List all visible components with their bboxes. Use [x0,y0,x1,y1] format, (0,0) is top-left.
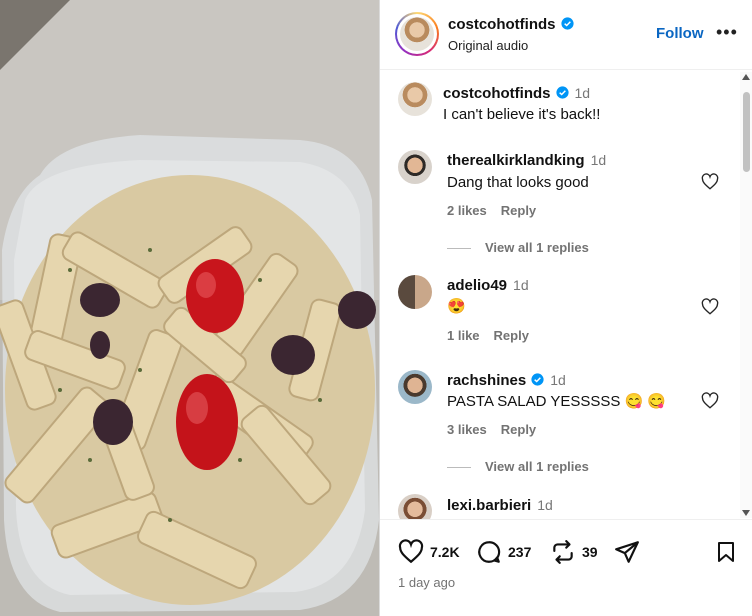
comment-username[interactable]: costcohotfinds 1d [443,85,590,102]
scroll-up-arrow-icon[interactable] [742,74,750,80]
reply-button[interactable]: Reply [501,203,536,218]
reply-button[interactable]: Reply [494,328,529,343]
repost-count: 39 [582,544,598,560]
comment-likes[interactable]: 3 likes [447,422,487,437]
post-header: costcohotfinds Original audio Follow ••• [380,0,752,70]
comment-time: 1d [590,152,607,168]
comment-meta: 2 likes Reply [447,203,550,218]
comment-avatar[interactable] [398,82,432,116]
author-avatar[interactable] [395,12,439,56]
verified-icon [531,373,544,386]
repost-icon [553,540,573,564]
pasta-salad-photo [0,0,379,616]
comment-text: PASTA SALAD YESSSSS 😋 😋 [447,393,667,410]
author-username[interactable]: costcohotfinds [448,16,574,33]
like-comment-heart-icon[interactable] [701,298,719,316]
comments-list: costcohotfinds 1d I can't believe it's ba… [380,72,740,520]
follow-button[interactable]: Follow [656,25,704,42]
comment-text: I can't believe it's back!! [443,106,601,123]
post-media[interactable] [0,0,379,616]
like-comment-heart-icon[interactable] [701,173,719,191]
share-button[interactable] [614,538,646,566]
comment-bubble-icon [478,541,501,563]
post-actions-bar: 7.2K 237 39 1 day ago [380,519,752,616]
send-paper-plane-icon [615,541,639,563]
reply-button[interactable]: Reply [501,422,536,437]
post-timestamp: 1 day ago [398,575,456,590]
comment-time: 1d [537,497,553,513]
more-options-icon[interactable]: ••• [716,22,738,43]
comment-button[interactable]: 237 [476,538,531,566]
comment-text: 😍 [447,298,466,315]
comment-avatar[interactable] [398,494,432,520]
like-button[interactable]: 7.2K [398,538,460,566]
comment-text: Dang that looks good [447,174,589,191]
heart-icon [398,539,424,564]
like-comment-heart-icon[interactable] [701,392,719,410]
comment-username[interactable]: lexi.barbieri 1d [447,497,553,514]
comment-time: 1d [513,277,529,293]
comment-username[interactable]: therealkirklandking 1d [447,152,606,169]
comment-likes[interactable]: 2 likes [447,203,487,218]
view-replies-button[interactable]: View all 1 replies [447,459,589,474]
verified-icon [560,17,574,30]
post-panel: costcohotfinds Original audio Follow •••… [379,0,752,616]
comments-scrollbar[interactable] [740,72,752,518]
view-replies-button[interactable]: View all 1 replies [447,240,589,255]
comment-likes[interactable]: 1 like [447,328,480,343]
comment-avatar[interactable] [398,370,432,404]
comment-meta: 1 like Reply [447,328,543,343]
comment-username[interactable]: adelio49 1d [447,277,529,294]
scroll-down-arrow-icon[interactable] [742,510,750,516]
comment-time: 1d [574,85,591,101]
verified-icon [555,86,569,99]
like-count: 7.2K [430,544,460,560]
comment-count: 237 [508,544,532,560]
comment-avatar[interactable] [398,275,432,309]
comment-meta: 3 likes Reply [447,422,550,437]
comment-username[interactable]: rachshines 1d [447,372,566,389]
comment-time: 1d [550,372,566,388]
repost-button[interactable]: 39 [550,538,598,566]
audio-label[interactable]: Original audio [448,38,528,53]
bookmark-icon [718,542,734,562]
save-button[interactable] [714,538,744,566]
comment-avatar[interactable] [398,150,432,184]
scrollbar-thumb[interactable] [743,92,750,172]
